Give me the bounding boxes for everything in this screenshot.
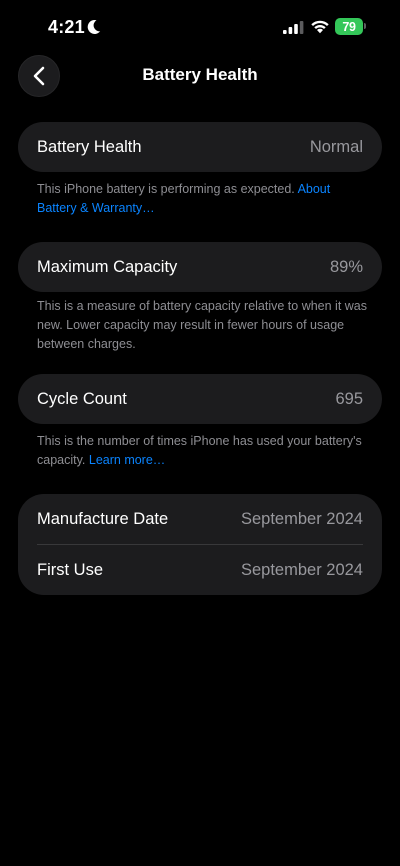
- status-time: 4:21: [48, 17, 85, 37]
- cycle-count-value: 695: [335, 389, 363, 408]
- manufacture-date-value: September 2024: [240, 509, 363, 528]
- maximum-capacity-row: Maximum Capacity 89%: [18, 242, 382, 292]
- status-bar: 4:21 79: [0, 0, 400, 54]
- wifi-icon: [311, 20, 329, 34]
- maximum-capacity-footnote: This is a measure of battery capacity re…: [37, 297, 367, 354]
- manufacture-date-label: Manufacture Date: [37, 509, 169, 528]
- maximum-capacity-label: Maximum Capacity: [37, 257, 178, 276]
- battery-health-card: Battery Health Normal: [18, 122, 382, 172]
- battery-health-value: Normal: [309, 137, 363, 156]
- page-title: Battery Health: [142, 65, 258, 84]
- first-use-row: First Use September 2024: [18, 545, 382, 595]
- battery-icon: 79: [335, 18, 363, 35]
- first-use-label: First Use: [37, 560, 103, 579]
- battery-level: 79: [342, 19, 356, 34]
- battery-nub: [364, 23, 366, 29]
- battery-health-label: Battery Health: [37, 137, 142, 156]
- learn-more-link[interactable]: Learn more…: [89, 453, 165, 467]
- battery-health-row: Battery Health Normal: [18, 122, 382, 172]
- battery-health-footnote-text: This iPhone battery is performing as exp…: [37, 182, 298, 196]
- battery-health-screen: 4:21 79 Battery Health Battery Health No…: [0, 0, 400, 866]
- battery-health-footnote: This iPhone battery is performing as exp…: [37, 180, 367, 218]
- manufacture-date-row: Manufacture Date September 2024: [18, 494, 382, 544]
- cycle-count-card: Cycle Count 695: [18, 374, 382, 424]
- cycle-count-footnote-text: This is the number of times iPhone has u…: [37, 434, 362, 467]
- first-use-value: September 2024: [240, 560, 363, 579]
- focus-moon-icon: [87, 19, 101, 34]
- maximum-capacity-card: Maximum Capacity 89%: [18, 242, 382, 292]
- cycle-count-footnote: This is the number of times iPhone has u…: [37, 432, 367, 470]
- cycle-count-label: Cycle Count: [37, 389, 127, 408]
- maximum-capacity-value: 89%: [329, 257, 363, 276]
- cycle-count-row: Cycle Count 695: [18, 374, 382, 424]
- cellular-signal-icon: [283, 21, 304, 34]
- maximum-capacity-footnote-text: This is a measure of battery capacity re…: [37, 299, 368, 351]
- dates-card: Manufacture Date September 2024 First Us…: [18, 494, 382, 595]
